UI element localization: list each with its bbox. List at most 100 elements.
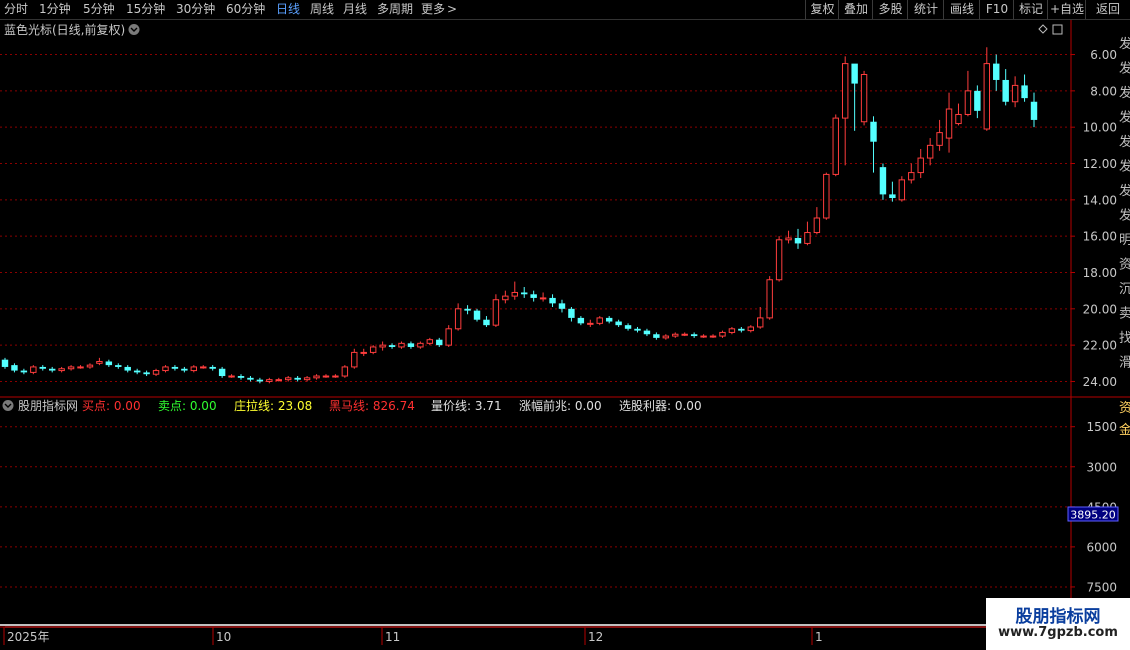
candlesticks bbox=[1, 47, 1038, 384]
period-tab-60min[interactable]: 60分钟 bbox=[226, 2, 265, 17]
price-tick-label: 8.00 bbox=[1090, 84, 1117, 98]
candle-body bbox=[162, 366, 169, 372]
period-tab-more[interactable]: 更多 > bbox=[421, 2, 457, 17]
period-tab-weekly[interactable]: 周线 bbox=[310, 2, 334, 17]
candle-body bbox=[67, 366, 75, 370]
candle-body bbox=[813, 217, 821, 234]
indicator-tick-label: 3000 bbox=[1086, 460, 1117, 474]
watermark-title: 股朋指标网 bbox=[1015, 607, 1101, 627]
diamond-icon[interactable] bbox=[1038, 24, 1048, 34]
candle-body bbox=[143, 372, 150, 375]
candle-body bbox=[832, 117, 839, 175]
indicator-tick-label: 1500 bbox=[1086, 420, 1117, 434]
edge-char: 发 bbox=[1119, 110, 1130, 126]
price-tick-label: 16.00 bbox=[1083, 230, 1117, 244]
multi-stock-button[interactable]: 多股 bbox=[872, 0, 908, 19]
candle-body bbox=[568, 308, 575, 318]
restore-rights-button[interactable]: 复权 bbox=[805, 0, 839, 19]
date-label: 1 bbox=[815, 630, 823, 644]
date-label: 11 bbox=[385, 630, 400, 644]
edge-char: 金 bbox=[1119, 422, 1130, 438]
candle-body bbox=[785, 237, 792, 241]
chevron-down-icon[interactable] bbox=[128, 24, 140, 35]
candle-body bbox=[634, 328, 641, 331]
candle-body bbox=[39, 366, 46, 369]
period-tab-1min[interactable]: 1分钟 bbox=[39, 2, 71, 17]
price-tick-label: 10.00 bbox=[1083, 121, 1117, 135]
candle-body bbox=[577, 317, 585, 324]
candle-body bbox=[285, 377, 292, 381]
edge-char: 资 bbox=[1119, 258, 1130, 273]
candle-body bbox=[794, 237, 802, 244]
candle-body bbox=[48, 368, 56, 371]
candle-body bbox=[945, 108, 953, 139]
candle-body bbox=[690, 334, 698, 337]
candle-body bbox=[445, 328, 452, 346]
candle-body bbox=[30, 366, 37, 373]
edge-char: 发 bbox=[1119, 85, 1130, 101]
edge-char: 发 bbox=[1119, 183, 1130, 199]
candle-body bbox=[105, 361, 113, 366]
candle-body bbox=[190, 366, 198, 372]
more-label: 更多 bbox=[421, 2, 446, 16]
indicator-field: 选股利器: 0.00 bbox=[619, 399, 702, 413]
candle-body bbox=[539, 297, 547, 300]
indicator-tick-label: 6000 bbox=[1086, 540, 1117, 554]
mark-button[interactable]: 标记 bbox=[1013, 0, 1048, 19]
edge-char: 滑 bbox=[1119, 356, 1130, 371]
candle-body bbox=[209, 366, 216, 369]
edge-char: 沉 bbox=[1119, 282, 1130, 297]
candle-body bbox=[643, 330, 651, 335]
edge-char: 卖 bbox=[1119, 307, 1130, 322]
candle-body bbox=[615, 321, 622, 326]
period-tab-daily[interactable]: 日线 bbox=[276, 2, 300, 17]
indicator-toggle-icon[interactable] bbox=[2, 400, 14, 411]
candle-body bbox=[681, 333, 688, 336]
candle-body bbox=[1002, 79, 1009, 102]
period-tab-monthly[interactable]: 月线 bbox=[343, 2, 367, 17]
candle-body bbox=[407, 343, 415, 347]
edge-char: 找 bbox=[1119, 331, 1130, 346]
candle-body bbox=[851, 63, 858, 84]
candle-body bbox=[1, 359, 9, 367]
indicator-field: 庄拉线: 23.08 bbox=[234, 398, 312, 413]
candle-body bbox=[879, 167, 887, 195]
period-tab-15min[interactable]: 15分钟 bbox=[126, 2, 165, 17]
chart-canvas[interactable]: 24.0022.0020.0018.0016.0014.0012.0010.00… bbox=[0, 20, 1130, 650]
candle-body bbox=[171, 366, 179, 369]
candle-body bbox=[775, 239, 783, 281]
edge-char: 明 bbox=[1119, 233, 1130, 248]
candle-body bbox=[398, 342, 405, 348]
date-axis: 2025年 10 11 12 1 bbox=[3, 627, 823, 645]
candle-body bbox=[58, 368, 65, 372]
add-watchlist-button[interactable]: +自选 bbox=[1047, 0, 1086, 19]
indicator-field: 买点: 0.00 bbox=[82, 399, 141, 413]
overlay-button[interactable]: 叠加 bbox=[838, 0, 873, 19]
price-axis: 24.00 22.00 20.00 18.00 16.00 14.00 12.00 10.00… bbox=[1071, 48, 1117, 389]
edge-char: 发 bbox=[1119, 159, 1130, 175]
candle-body bbox=[898, 179, 906, 201]
candle-body bbox=[77, 366, 84, 369]
chart-frame bbox=[0, 20, 1130, 645]
candle-body bbox=[908, 172, 915, 181]
candle-body bbox=[464, 308, 471, 311]
f10-button[interactable]: F10 bbox=[979, 0, 1014, 19]
back-button[interactable]: 返回 bbox=[1085, 0, 1130, 19]
top-toolbar: 分时 1分钟 5分钟 15分钟 30分钟 60分钟 日线 周线 月线 多周期 更… bbox=[0, 0, 1130, 20]
candle-body bbox=[313, 375, 320, 379]
price-tick-label: 12.00 bbox=[1083, 157, 1117, 171]
candle-body bbox=[124, 366, 131, 371]
period-tab-30min[interactable]: 30分钟 bbox=[176, 2, 215, 17]
candle-body bbox=[823, 173, 830, 219]
candle-body bbox=[653, 334, 660, 338]
statistics-button[interactable]: 统计 bbox=[907, 0, 944, 19]
period-tab-multi[interactable]: 多周期 bbox=[377, 2, 413, 17]
period-tab-5min[interactable]: 5分钟 bbox=[83, 2, 115, 17]
candle-body bbox=[341, 366, 349, 377]
draw-line-button[interactable]: 画线 bbox=[943, 0, 980, 19]
collapse-panel-icon[interactable] bbox=[1052, 24, 1063, 35]
candle-body bbox=[247, 377, 254, 380]
period-tab-timeshare[interactable]: 分时 bbox=[4, 2, 28, 17]
edge-char: 发 bbox=[1119, 134, 1130, 150]
indicator-field: 涨幅前兆: 0.00 bbox=[519, 398, 602, 413]
